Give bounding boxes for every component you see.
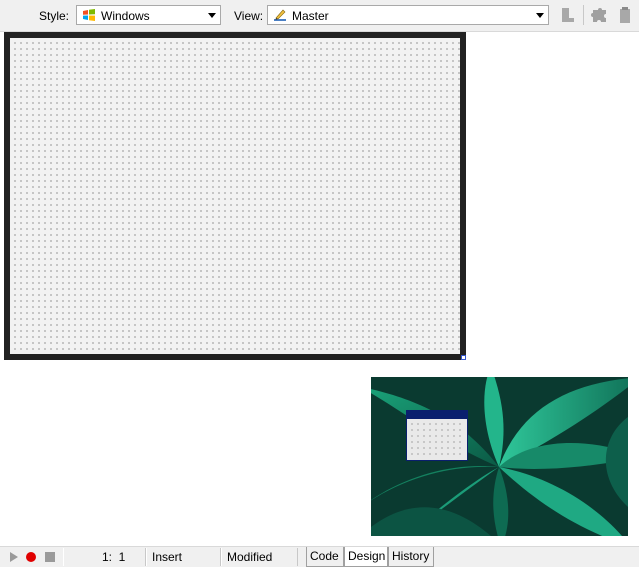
design-canvas-frame[interactable]	[4, 32, 466, 360]
tab-code[interactable]: Code	[306, 547, 344, 567]
style-value: Windows	[101, 9, 150, 23]
pencil-ruler-icon	[274, 9, 286, 21]
preview-thumbnail	[371, 377, 628, 536]
toolbar-separator	[583, 5, 584, 25]
style-label: Style:	[39, 9, 70, 23]
resize-handle[interactable]	[461, 355, 466, 360]
chevron-down-icon	[536, 13, 544, 18]
style-combobox[interactable]: Windows	[76, 5, 221, 25]
tab-design[interactable]: Design	[344, 547, 388, 567]
clipboard-icon[interactable]	[615, 5, 635, 25]
stop-icon[interactable]	[44, 551, 56, 563]
view-combobox[interactable]: Master	[267, 5, 549, 25]
modified-state: Modified	[221, 548, 298, 566]
toolbar: Style: Windows View: Master	[0, 0, 639, 32]
play-icon[interactable]	[8, 551, 20, 563]
tab-history[interactable]: History	[388, 547, 434, 567]
view-value: Master	[292, 9, 329, 23]
windows-flag-icon	[83, 9, 95, 21]
chevron-down-icon	[208, 13, 216, 18]
puzzle-icon[interactable]	[590, 5, 610, 25]
cursor-position: 1: 1	[63, 548, 146, 566]
mini-title-bar	[407, 411, 467, 419]
status-bar: 1: 1 Insert Modified Code Design History	[0, 546, 639, 567]
mini-grid	[409, 421, 465, 458]
view-label: View:	[234, 9, 264, 23]
mini-form-preview	[406, 410, 468, 461]
edit-mode: Insert	[146, 548, 221, 566]
document-icon[interactable]	[558, 5, 578, 25]
design-grid[interactable]	[10, 38, 460, 354]
record-icon[interactable]	[25, 551, 37, 563]
